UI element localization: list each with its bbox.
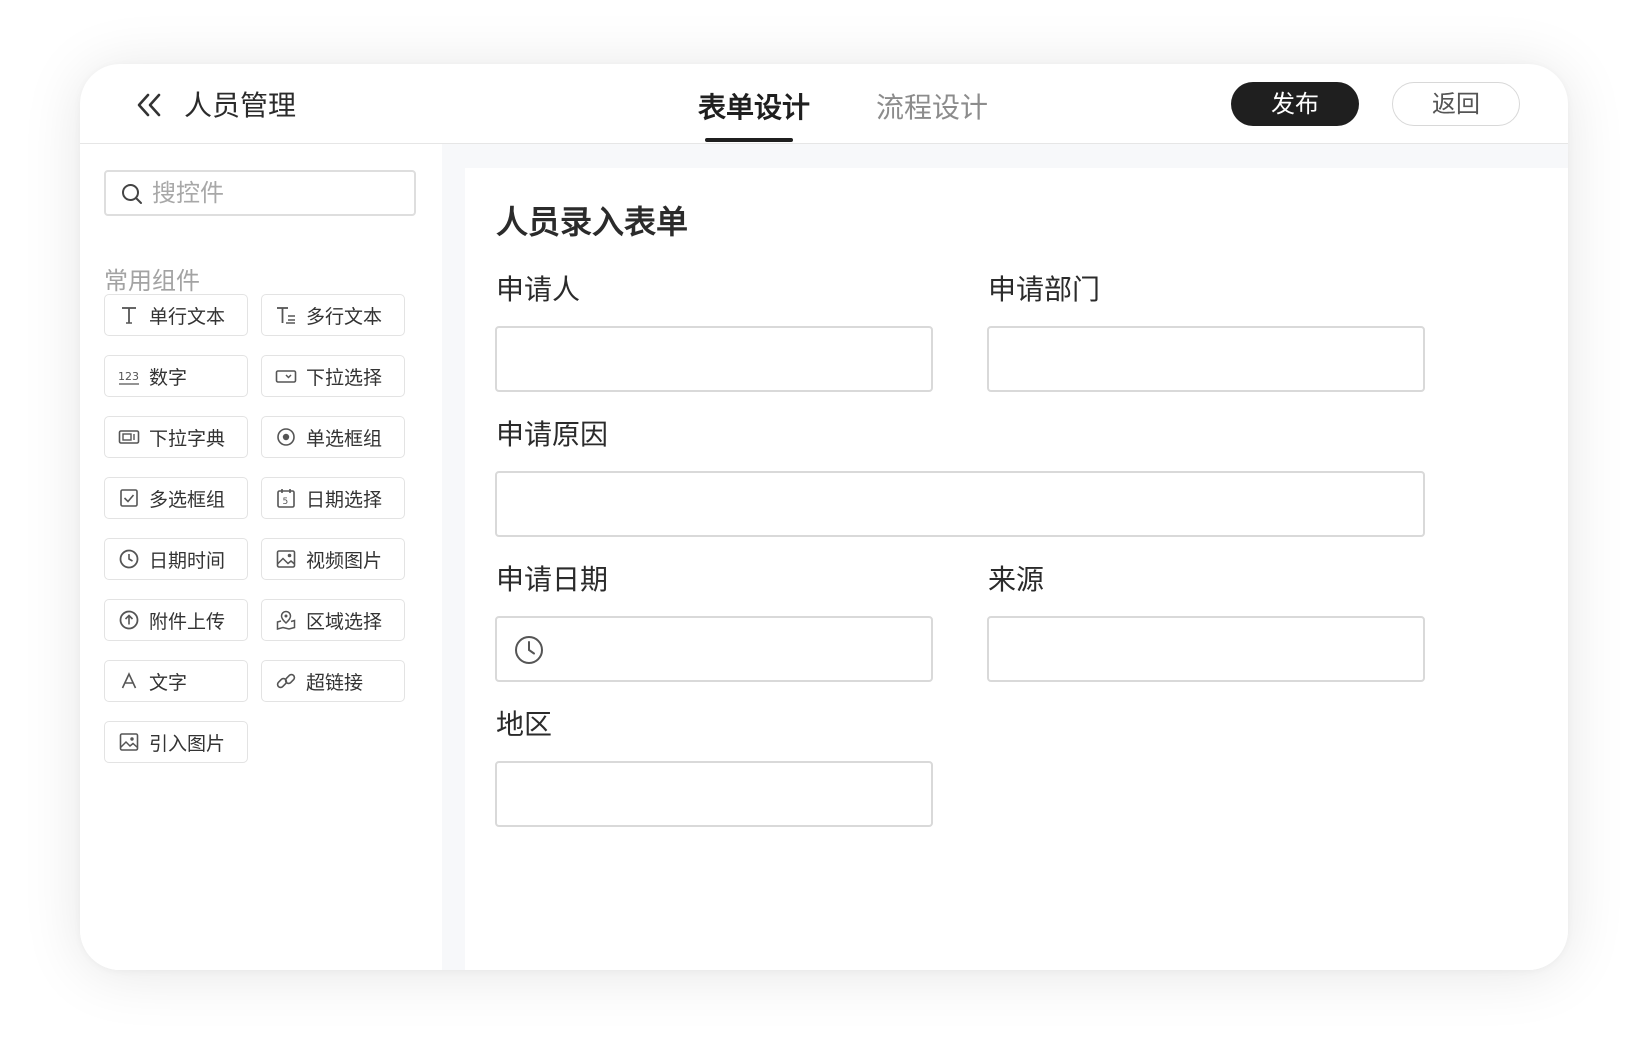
svg-text:123: 123 xyxy=(118,370,139,383)
component-label: 下拉字典 xyxy=(149,427,226,450)
media-icon xyxy=(275,548,297,570)
component-datetime[interactable]: 日期时间 xyxy=(104,538,248,580)
radio-icon xyxy=(275,426,297,448)
component-label: 视频图片 xyxy=(306,549,383,572)
component-label: 多选框组 xyxy=(149,488,226,511)
field-label-reason: 申请原因 xyxy=(496,418,609,451)
component-region-select[interactable]: 区域选择 xyxy=(261,599,405,641)
field-label-applicant: 申请人 xyxy=(496,273,581,306)
active-tab-indicator xyxy=(705,138,793,142)
component-label: 引入图片 xyxy=(149,732,226,755)
text-icon xyxy=(118,304,140,326)
component-number[interactable]: 123 数字 xyxy=(104,355,248,397)
component-video-image[interactable]: 视频图片 xyxy=(261,538,405,580)
checkbox-icon xyxy=(118,487,140,509)
component-hyperlink[interactable]: 超链接 xyxy=(261,660,405,702)
component-label: 数字 xyxy=(149,366,188,389)
component-attachment-upload[interactable]: 附件上传 xyxy=(104,599,248,641)
component-label: 单行文本 xyxy=(149,305,226,328)
component-label: 单选框组 xyxy=(306,427,383,450)
publish-button[interactable]: 发布 xyxy=(1231,82,1359,126)
component-label: 下拉选择 xyxy=(306,366,383,389)
component-label: 区域选择 xyxy=(306,610,383,633)
component-date-picker[interactable]: 5 日期选择 xyxy=(261,477,405,519)
image-icon xyxy=(118,731,140,753)
app-title: 人员管理 xyxy=(184,89,297,122)
component-label: 日期时间 xyxy=(149,549,226,572)
component-label: 文字 xyxy=(149,671,188,694)
top-bar: 人员管理 表单设计 流程设计 发布 返回 xyxy=(80,64,1568,144)
component-import-image[interactable]: 引入图片 xyxy=(104,721,248,763)
component-label: 多行文本 xyxy=(306,305,383,328)
source-input[interactable] xyxy=(987,616,1425,682)
component-dropdown-dictionary[interactable]: 下拉字典 xyxy=(104,416,248,458)
font-icon xyxy=(118,670,140,692)
component-text[interactable]: 文字 xyxy=(104,660,248,702)
map-icon xyxy=(275,609,297,631)
form-title: 人员录入表单 xyxy=(496,203,689,241)
component-label: 日期选择 xyxy=(306,488,383,511)
number-icon: 123 xyxy=(118,365,140,387)
upload-icon xyxy=(118,609,140,631)
clock-icon xyxy=(515,636,543,664)
field-label-date: 申请日期 xyxy=(496,563,609,596)
search-input[interactable] xyxy=(152,176,402,210)
collapse-back-button[interactable] xyxy=(132,88,166,122)
component-label: 附件上传 xyxy=(149,610,226,633)
component-single-line-text[interactable]: 单行文本 xyxy=(104,294,248,336)
dropdown-icon xyxy=(275,365,297,387)
search-icon xyxy=(122,184,142,204)
double-chevron-left-icon xyxy=(137,93,161,117)
app-window: 人员管理 表单设计 流程设计 发布 返回 常用组件 单行文本 多行文本 123 … xyxy=(80,64,1568,970)
tab-form-design[interactable]: 表单设计 xyxy=(698,88,810,128)
return-button[interactable]: 返回 xyxy=(1392,82,1520,126)
section-title-common-components: 常用组件 xyxy=(104,267,200,295)
component-multi-line-text[interactable]: 多行文本 xyxy=(261,294,405,336)
field-label-source: 来源 xyxy=(988,563,1045,596)
calendar-icon: 5 xyxy=(275,487,297,509)
component-search xyxy=(104,170,416,216)
applicant-input[interactable] xyxy=(495,326,933,392)
component-radio-group[interactable]: 单选框组 xyxy=(261,416,405,458)
region-input[interactable] xyxy=(495,761,933,827)
dictionary-icon xyxy=(118,426,140,448)
field-label-department: 申请部门 xyxy=(988,273,1101,306)
svg-text:5: 5 xyxy=(283,497,289,507)
date-input[interactable] xyxy=(495,616,933,682)
reason-input[interactable] xyxy=(495,471,1425,537)
link-icon xyxy=(275,670,297,692)
multiline-text-icon xyxy=(275,304,297,326)
field-label-region: 地区 xyxy=(496,708,553,741)
component-checkbox-group[interactable]: 多选框组 xyxy=(104,477,248,519)
tab-process-design[interactable]: 流程设计 xyxy=(876,88,988,128)
department-input[interactable] xyxy=(987,326,1425,392)
component-dropdown-select[interactable]: 下拉选择 xyxy=(261,355,405,397)
component-label: 超链接 xyxy=(306,671,364,694)
clock-icon xyxy=(118,548,140,570)
